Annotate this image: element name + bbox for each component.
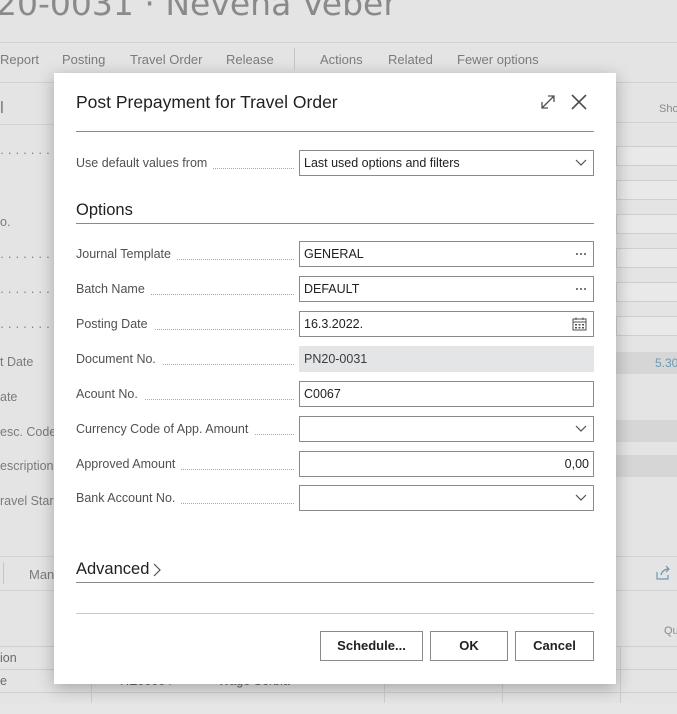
chevron-down-icon [575, 486, 587, 510]
menu-actions[interactable]: Actions [320, 52, 363, 67]
bg-label: ravel Star [0, 494, 54, 508]
posting-date-value: 16.3.2022. [304, 317, 364, 331]
batch-name-label-text: Batch Name [76, 282, 151, 296]
menu-separator [294, 48, 295, 70]
footer-divider [76, 613, 594, 614]
options-section-title[interactable]: Options [76, 201, 133, 220]
menu-related[interactable]: Related [388, 52, 433, 67]
default-values-label-text: Use default values from [76, 156, 214, 170]
close-icon[interactable] [568, 91, 590, 113]
ok-button[interactable]: OK [430, 631, 508, 661]
journal-template-label-text: Journal Template [76, 247, 177, 261]
table-cell: ion [0, 651, 17, 665]
table-row[interactable] [0, 692, 677, 714]
divider [0, 124, 54, 125]
table-cell: e [0, 674, 7, 688]
bg-dots: · · · · · · · [0, 285, 50, 299]
bg-field [616, 420, 677, 442]
document-no-field: PN20-0031 [299, 346, 594, 372]
account-no-field[interactable]: C0067 [299, 381, 594, 407]
bg-dots: · · · · · · · [0, 146, 50, 160]
posting-date-label-text: Posting Date [76, 317, 154, 331]
bg-field [616, 146, 677, 166]
document-no-label-text: Document No. [76, 352, 162, 366]
ellipsis-icon[interactable] [575, 242, 587, 266]
bg-field [616, 248, 677, 268]
menu-report[interactable]: Report [0, 52, 39, 67]
account-no-label: Acount No. [76, 387, 294, 405]
post-prepayment-dialog: Post Prepayment for Travel Order Use def… [54, 73, 616, 684]
bg-qty-header: Qu [664, 625, 677, 637]
approved-amount-label: Approved Amount [76, 457, 294, 475]
bg-field [616, 316, 677, 336]
chevron-down-icon [575, 417, 587, 441]
currency-code-label: Currency Code of App. Amount [76, 422, 294, 440]
bg-label: o. [0, 215, 11, 229]
bank-account-no-select[interactable] [299, 485, 594, 511]
journal-template-field[interactable]: GENERAL [299, 241, 594, 267]
menu-release[interactable]: Release [226, 52, 274, 67]
posting-date-field[interactable]: 16.3.2022. [299, 311, 594, 337]
page-title: 20-0031 · Nevena Veber [0, 0, 397, 23]
table-divider [620, 646, 621, 703]
calendar-icon[interactable] [572, 312, 587, 336]
default-values-select[interactable]: Last used options and filters [299, 150, 594, 176]
bank-account-no-label: Bank Account No. [76, 491, 294, 509]
currency-code-label-text: Currency Code of App. Amount [76, 422, 255, 436]
approved-amount-value: 0,00 [564, 457, 589, 471]
chevron-down-icon [575, 151, 587, 175]
bg-dots: · · · · · · · [0, 320, 50, 334]
menu-separator [3, 562, 4, 584]
account-no-value: C0067 [304, 387, 341, 401]
menu-posting[interactable]: Posting [62, 52, 105, 67]
posting-date-label: Posting Date [76, 317, 294, 335]
default-values-value: Last used options and filters [304, 156, 460, 170]
cancel-button[interactable]: Cancel [515, 631, 594, 661]
batch-name-field[interactable]: DEFAULT [299, 276, 594, 302]
expand-icon[interactable] [538, 92, 558, 112]
bg-section-label: l [0, 98, 4, 117]
approved-amount-label-text: Approved Amount [76, 457, 182, 471]
batch-name-label: Batch Name [76, 282, 294, 300]
ellipsis-icon[interactable] [575, 277, 587, 301]
journal-template-label: Journal Template [76, 247, 294, 265]
advanced-section-title: Advanced [76, 560, 150, 578]
divider [616, 122, 677, 123]
default-values-label: Use default values from [76, 156, 294, 174]
approved-amount-field[interactable]: 0,00 [299, 451, 594, 477]
bg-label: esc. Code [0, 425, 57, 439]
bg-field [616, 455, 677, 477]
share-icon[interactable] [654, 564, 672, 582]
title-divider [76, 131, 594, 132]
bg-label: t Date [0, 355, 34, 369]
bg-show-label: Sho [659, 103, 677, 115]
bg-field [616, 180, 677, 200]
dialog-title: Post Prepayment for Travel Order [76, 92, 338, 112]
menu-fewer-options[interactable]: Fewer options [457, 52, 539, 67]
bg-field [616, 282, 677, 302]
bg-label: escription [0, 459, 54, 473]
bg-field [616, 214, 677, 234]
journal-template-value: GENERAL [304, 247, 364, 261]
document-no-value: PN20-0031 [304, 352, 368, 366]
account-no-label-text: Acount No. [76, 387, 144, 401]
divider [0, 42, 677, 43]
bank-account-no-label-text: Bank Account No. [76, 491, 182, 505]
bg-dots: · · · · · · · [0, 250, 50, 264]
currency-code-select[interactable] [299, 416, 594, 442]
document-no-label: Document No. [76, 352, 294, 370]
advanced-section-toggle[interactable]: Advanced [76, 560, 162, 579]
menu-travel-order[interactable]: Travel Order [130, 52, 202, 67]
advanced-divider [76, 582, 594, 583]
bg-label: ate [0, 390, 18, 404]
lines-manage-tab[interactable]: Man [29, 567, 54, 582]
batch-name-value: DEFAULT [304, 282, 360, 296]
options-divider [76, 223, 594, 224]
schedule-button[interactable]: Schedule... [320, 631, 423, 661]
bg-amount-link[interactable]: 5.30 [655, 356, 677, 370]
chevron-right-icon [153, 563, 162, 577]
